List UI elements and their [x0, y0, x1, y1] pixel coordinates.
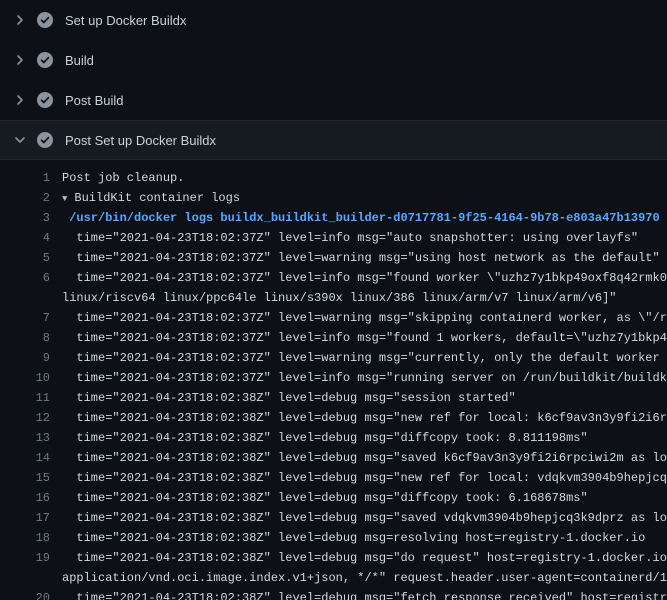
step-title: Post Build — [65, 93, 124, 108]
workflow-log-viewer: Set up Docker Buildx Build Post Build Post … — [0, 0, 667, 600]
check-circle-icon — [37, 92, 53, 108]
log-text: application/vnd.oci.image.index.v1+json,… — [62, 568, 667, 588]
line-number — [0, 288, 62, 308]
log-text: time="2021-04-23T18:02:38Z" level=debug … — [62, 468, 667, 488]
log-text: time="2021-04-23T18:02:37Z" level=info m… — [62, 368, 667, 388]
log-row: 14 time="2021-04-23T18:02:38Z" level=deb… — [0, 448, 667, 468]
line-number[interactable]: 11 — [0, 388, 62, 408]
log-row: linux/riscv64 linux/ppc64le linux/s390x … — [0, 288, 667, 308]
log-row: 19 time="2021-04-23T18:02:38Z" level=deb… — [0, 548, 667, 568]
line-number[interactable]: 4 — [0, 228, 62, 248]
log-text: time="2021-04-23T18:02:38Z" level=debug … — [62, 488, 667, 508]
log-row: 16 time="2021-04-23T18:02:38Z" level=deb… — [0, 488, 667, 508]
step-header[interactable]: Post Build — [0, 80, 667, 120]
log-text: time="2021-04-23T18:02:37Z" level=info m… — [62, 268, 667, 288]
steps-list: Set up Docker Buildx Build Post Build Post … — [0, 0, 667, 160]
log-row: 20 time="2021-04-23T18:02:38Z" level=deb… — [0, 588, 667, 600]
log-text: linux/riscv64 linux/ppc64le linux/s390x … — [62, 288, 667, 308]
line-number[interactable]: 15 — [0, 468, 62, 488]
line-number[interactable]: 10 — [0, 368, 62, 388]
step-title: Set up Docker Buildx — [65, 13, 186, 28]
log-text: time="2021-04-23T18:02:37Z" level=warnin… — [62, 308, 667, 328]
chevron-right-icon[interactable] — [12, 52, 28, 68]
step-header[interactable]: Set up Docker Buildx — [0, 0, 667, 40]
log-row: 9 time="2021-04-23T18:02:37Z" level=warn… — [0, 348, 667, 368]
line-number[interactable]: 3 — [0, 208, 62, 228]
chevron-down-icon[interactable] — [12, 132, 28, 148]
check-circle-icon — [37, 132, 53, 148]
log-text: /usr/bin/docker logs buildx_buildkit_bui… — [62, 208, 667, 228]
line-number[interactable]: 8 — [0, 328, 62, 348]
log-row: 11 time="2021-04-23T18:02:38Z" level=deb… — [0, 388, 667, 408]
log-text: time="2021-04-23T18:02:37Z" level=warnin… — [62, 248, 667, 268]
log-text: ▼ BuildKit container logs — [62, 188, 667, 208]
log-text: time="2021-04-23T18:02:38Z" level=debug … — [62, 508, 667, 528]
check-circle-icon — [37, 52, 53, 68]
log-text: time="2021-04-23T18:02:37Z" level=info m… — [62, 328, 667, 348]
log-text: time="2021-04-23T18:02:38Z" level=debug … — [62, 528, 667, 548]
log-row: application/vnd.oci.image.index.v1+json,… — [0, 568, 667, 588]
line-number[interactable]: 20 — [0, 588, 62, 600]
log-text: time="2021-04-23T18:02:38Z" level=debug … — [62, 388, 667, 408]
line-number — [0, 568, 62, 588]
log-text: time="2021-04-23T18:02:38Z" level=debug … — [62, 408, 667, 428]
log-row: 10 time="2021-04-23T18:02:37Z" level=inf… — [0, 368, 667, 388]
chevron-right-icon[interactable] — [12, 92, 28, 108]
triangle-down-icon[interactable]: ▼ — [62, 189, 67, 208]
line-number[interactable]: 9 — [0, 348, 62, 368]
log-text: time="2021-04-23T18:02:37Z" level=info m… — [62, 228, 667, 248]
step-title: Build — [65, 53, 94, 68]
log-row: 2▼ BuildKit container logs — [0, 188, 667, 208]
line-number[interactable]: 1 — [0, 168, 62, 188]
log-row: 18 time="2021-04-23T18:02:38Z" level=deb… — [0, 528, 667, 548]
log-row: 1Post job cleanup. — [0, 168, 667, 188]
line-number[interactable]: 7 — [0, 308, 62, 328]
log-row: 3 /usr/bin/docker logs buildx_buildkit_b… — [0, 208, 667, 228]
log-row: 8 time="2021-04-23T18:02:37Z" level=info… — [0, 328, 667, 348]
line-number[interactable]: 14 — [0, 448, 62, 468]
line-number[interactable]: 18 — [0, 528, 62, 548]
step-title: Post Set up Docker Buildx — [65, 133, 216, 148]
line-number[interactable]: 6 — [0, 268, 62, 288]
log-row: 13 time="2021-04-23T18:02:38Z" level=deb… — [0, 428, 667, 448]
log-text: time="2021-04-23T18:02:38Z" level=debug … — [62, 448, 667, 468]
line-number[interactable]: 5 — [0, 248, 62, 268]
line-number[interactable]: 17 — [0, 508, 62, 528]
group-title: BuildKit container logs — [74, 191, 240, 205]
log-row: 6 time="2021-04-23T18:02:37Z" level=info… — [0, 268, 667, 288]
log-row: 17 time="2021-04-23T18:02:38Z" level=deb… — [0, 508, 667, 528]
log-row: 15 time="2021-04-23T18:02:38Z" level=deb… — [0, 468, 667, 488]
line-number[interactable]: 12 — [0, 408, 62, 428]
log-text: time="2021-04-23T18:02:38Z" level=debug … — [62, 428, 667, 448]
line-number[interactable]: 16 — [0, 488, 62, 508]
log-row: 12 time="2021-04-23T18:02:38Z" level=deb… — [0, 408, 667, 428]
log-text: time="2021-04-23T18:02:38Z" level=debug … — [62, 548, 667, 568]
line-number[interactable]: 2 — [0, 188, 62, 208]
line-number[interactable]: 19 — [0, 548, 62, 568]
log-lines-container: 1Post job cleanup.2▼ BuildKit container l… — [0, 160, 667, 600]
log-row: 5 time="2021-04-23T18:02:37Z" level=warn… — [0, 248, 667, 268]
step-header[interactable]: Build — [0, 40, 667, 80]
log-row: 4 time="2021-04-23T18:02:37Z" level=info… — [0, 228, 667, 248]
log-row: 7 time="2021-04-23T18:02:37Z" level=warn… — [0, 308, 667, 328]
log-text: time="2021-04-23T18:02:37Z" level=warnin… — [62, 348, 667, 368]
check-circle-icon — [37, 12, 53, 28]
step-header[interactable]: Post Set up Docker Buildx — [0, 120, 667, 160]
line-number[interactable]: 13 — [0, 428, 62, 448]
chevron-right-icon[interactable] — [12, 12, 28, 28]
log-text: Post job cleanup. — [62, 168, 667, 188]
log-text: time="2021-04-23T18:02:38Z" level=debug … — [62, 588, 667, 600]
